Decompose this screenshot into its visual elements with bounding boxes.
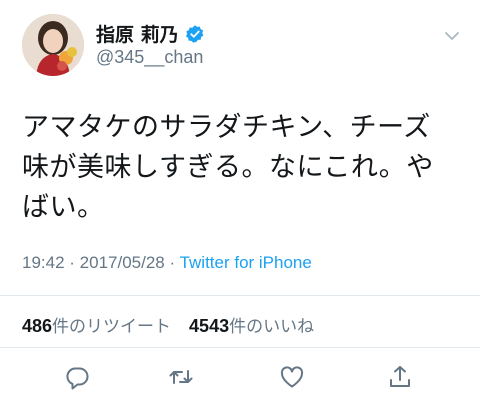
like-button[interactable] [277, 362, 307, 392]
retweet-icon [169, 370, 193, 384]
retweet-count-label: 件のリツイート [52, 317, 172, 337]
avatar[interactable] [22, 14, 84, 76]
tweet-date[interactable]: 2017/05/28 [80, 253, 165, 272]
verified-icon [185, 24, 203, 43]
action-bar [0, 362, 480, 398]
tweet-text-line: アマタケのサラダチキン、チーズ [22, 112, 431, 143]
retweet-button[interactable] [166, 362, 196, 392]
reply-icon [66, 367, 89, 390]
like-count-link[interactable]: 4543件のいいね [189, 312, 314, 337]
like-count: 4543 [189, 316, 230, 336]
divider [0, 295, 480, 296]
tweet-time[interactable]: 19:42 [22, 253, 65, 272]
retweet-count: 486 [22, 316, 53, 336]
tweet-text: アマタケのサラダチキン、チーズ 味が美味しすぎる。なにこれ。や ばい。 [22, 108, 468, 228]
like-count-label: 件のいいね [229, 317, 315, 337]
divider [0, 347, 480, 348]
handle[interactable]: @345__chan [96, 47, 203, 68]
meta-separator: · [164, 253, 180, 272]
retweet-count-link[interactable]: 486件のリツイート [22, 312, 171, 337]
tweet-text-line: 味が美味しすぎる。なにこれ。や [22, 152, 434, 183]
caret-down-icon[interactable] [444, 30, 460, 42]
display-name-text: 指原 莉乃 [96, 24, 179, 46]
meta-separator: · [64, 253, 80, 272]
tweet-meta: 19:42 · 2017/05/28 · Twitter for iPhone [22, 253, 312, 273]
share-button[interactable] [385, 362, 415, 392]
tweet-text-line: ばい。 [22, 192, 105, 223]
display-name[interactable]: 指原 莉乃 [96, 20, 205, 47]
tweet-source-link[interactable]: Twitter for iPhone [180, 253, 312, 272]
share-icon [390, 366, 410, 387]
avatar-image [22, 14, 84, 76]
reply-button[interactable] [62, 362, 92, 392]
tweet-stats: 486件のリツイート 4543件のいいね [22, 312, 314, 337]
like-icon [280, 366, 304, 388]
